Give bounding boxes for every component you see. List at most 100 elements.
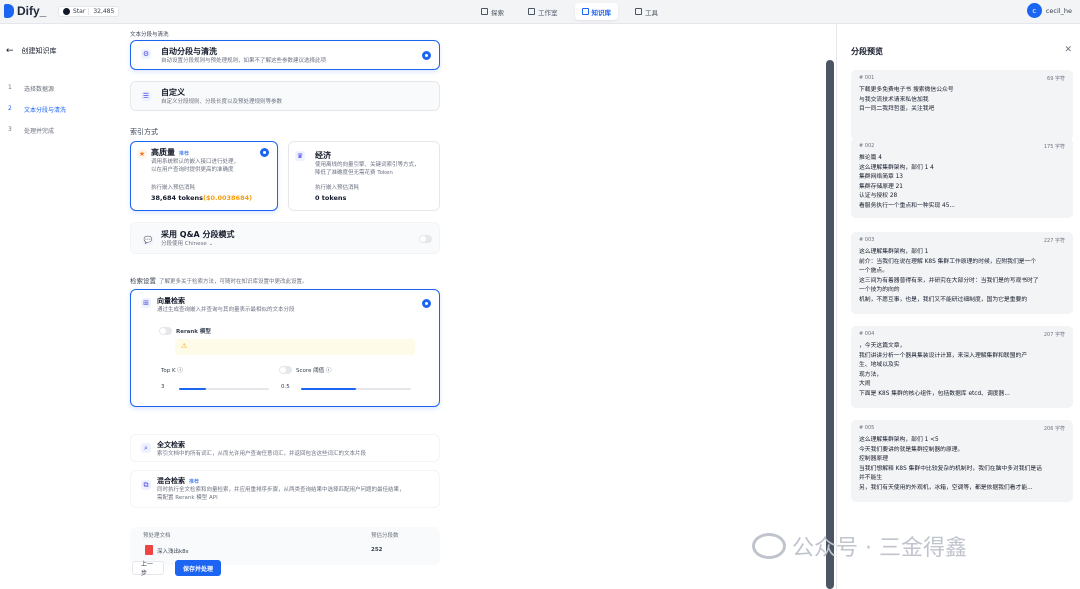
rerank-label: Rerank 模型 [176, 329, 211, 335]
chunk-id: # 001 [859, 75, 875, 81]
step-number: 2 [8, 105, 12, 112]
main-scrollbar[interactable] [826, 60, 834, 589]
chunk-card: # 002 175 字符 推论篇 4 这么理解集群架构，部们 1 4 集群网络简章… [851, 138, 1073, 218]
recommended-tag: 推荐 [189, 479, 200, 485]
github-star-label: Star [73, 8, 86, 15]
chunk-card: # 003 227 字符 这么理解集群架构，部们 1 前介：当我们在说在理解 K8… [851, 232, 1073, 314]
step-label: 文本分段与清洗 [24, 107, 67, 114]
chunk-line: 这么理解集群架构，部们 1 <5 [859, 437, 939, 443]
score-value[interactable]: 0.5 [281, 384, 290, 390]
retrieval-hint: 了解更多关于检索方法，可随时在知识库设置中更改此设置。 [159, 279, 308, 285]
step-1: 1 选择数据源 [8, 84, 54, 93]
chunk-line: 推论篇 4 [859, 155, 882, 161]
high-quality-radio[interactable] [260, 148, 269, 157]
vector-radio[interactable] [422, 299, 431, 308]
card-desc: 索引文档中的所有词汇，从而允许用户查询任意词汇，并返回包含这些词汇的文本片段 [157, 451, 367, 457]
card-title: 高质量 推荐 [151, 147, 189, 158]
card-title: 向量检索 [157, 297, 185, 305]
score-toggle[interactable] [279, 366, 292, 374]
card-desc-2: 以在用户查询时提供更高的准确度 [151, 167, 234, 173]
user-menu[interactable]: c cecil_he [1026, 3, 1072, 18]
chunk-line: 现方法， [859, 371, 883, 378]
arrow-left-icon: ← [6, 46, 14, 56]
book-icon [581, 8, 589, 15]
doc-name: 深入浅出k8s [157, 549, 189, 555]
recommended-tag: 推荐 [179, 151, 190, 157]
prev-step-button[interactable]: 上一步 [132, 561, 164, 577]
warning-icon: ⚠ [181, 342, 188, 350]
back-button[interactable]: ← 创建知识库 [6, 46, 57, 56]
topk-slider[interactable] [179, 388, 269, 390]
chunk-line: 并不能生 [859, 475, 883, 482]
qa-mode-toggle[interactable] [419, 235, 432, 243]
chunk-line: 今天我们要讲的就是集群控制器的原理。 [859, 446, 964, 453]
auto-radio[interactable] [422, 51, 431, 60]
qa-lang-label: 分段使用 [161, 241, 184, 247]
index-label: 索引方式 [130, 128, 158, 136]
chunk-line: 生、地域以及实 [859, 362, 900, 369]
card-desc-1: 使用离线的向量引擎、关键词索引等方式， [315, 162, 420, 168]
segmentation-auto-card[interactable]: ⚙ 自动分段与清洗 自动设置分段规则与预处理规则，如果不了解这些参数建议选择此项 [130, 40, 440, 70]
qa-language[interactable]: 分段使用 Chinese ⌄ [161, 241, 213, 249]
chunk-line: 控制器原理 [859, 456, 888, 463]
nav-knowledge[interactable]: 知识库 [574, 3, 618, 20]
tool-icon [635, 8, 642, 15]
card-title: 自动分段与清洗 [161, 47, 217, 56]
high-quality-title: 高质量 [151, 148, 175, 157]
nav-studio[interactable]: 工作室 [521, 3, 565, 20]
top-bar: Dify_ Star 32,485 探索 工作室 知识库 工具 c cecil_… [0, 0, 1080, 24]
card-desc-2: 需配置 Rerank 模型 API [157, 495, 218, 501]
chunk-line: 这么理解集群架构，部们 1 4 [859, 164, 934, 171]
card-title: 全文检索 [157, 441, 185, 449]
retrieval-title: 检索设置 [130, 277, 156, 285]
app-logo[interactable]: Dify_ [4, 4, 46, 18]
preview-title: 分段预览 [851, 47, 883, 56]
index-economy-card[interactable]: ♛ 经济 使用离线的向量引擎、关键词索引等方式， 降低了准确度但无需花费 Tok… [288, 141, 440, 211]
chunk-count-label: 预估分段数 [371, 533, 399, 539]
card-title: 经济 [315, 151, 331, 160]
chunk-line: 前介：当我们在说在理解 K8S 集群工作原理的时候，应附我们是一个 [859, 258, 1037, 265]
topk-value[interactable]: 3 [161, 384, 165, 390]
user-name: cecil_he [1045, 6, 1072, 15]
step-2: 2 文本分段与清洗 [8, 105, 66, 114]
chunk-id: # 004 [859, 331, 875, 337]
chunk-line: 一个施点。 [859, 268, 888, 275]
topk-slider-fill [179, 388, 206, 390]
main-nav: 探索 工作室 知识库 工具 [474, 3, 665, 20]
qa-lang-value: Chinese [184, 241, 207, 247]
chunk-line: 集群网络简章 13 [859, 174, 904, 181]
score-label-text: Score 阈值 [296, 368, 325, 374]
nav-explore[interactable]: 探索 [474, 3, 511, 20]
score-slider[interactable] [301, 388, 411, 390]
steps-sidebar: ← 创建知识库 1 选择数据源 2 文本分段与清洗 3 处理并完成 [0, 24, 120, 589]
hybrid-search-card[interactable]: ⧉ 混合检索 推荐 同时执行全文检索和向量检索，并应用重排序步骤，从两类查询结果中… [130, 470, 440, 508]
rerank-toggle[interactable] [159, 327, 172, 335]
chunk-card: # 005 206 字符 这么理解集群架构，部们 1 <5 今天我们要讲的就是集群… [851, 420, 1073, 502]
index-high-quality-card[interactable]: ★ 高质量 推荐 调用系统默认的嵌入接口进行处理， 以在用户查询时提供更高的准确度… [130, 141, 278, 211]
chunk-line: 与我交流技术请来私信加我 [859, 96, 929, 103]
chunk-line: 机制，不愿互事，也是，我们又不能研过细制度，国为它是重要的 [859, 296, 1028, 303]
card-desc-2: 降低了准确度但无需花费 Token [315, 170, 393, 176]
segment-preview-panel: 分段预览 ✕ # 001 69 字符 下载更多免费电子书 搜索微信公众号 与我交流… [837, 24, 1080, 589]
nav-tools[interactable]: 工具 [628, 3, 665, 20]
retrieval-label: 检索设置 了解更多关于检索方法，可随时在知识库设置中更改此设置。 [130, 275, 308, 287]
segmentation-custom-card[interactable]: ☰ 自定义 自定义分段规则、分段长度以及预处理规则等参数 [130, 81, 440, 111]
github-star-button[interactable]: Star 32,485 [58, 6, 120, 17]
close-icon[interactable]: ✕ [1064, 45, 1072, 55]
back-label: 创建知识库 [21, 47, 57, 55]
fulltext-search-card[interactable]: ⌕ 全文检索 索引文档中的所有词汇，从而允许用户查询任意词汇，并返回包含这些词汇… [130, 434, 440, 462]
vector-search-card[interactable]: ⊞ 向量检索 通过生成查询嵌入并查询与其向量表示最相似的文本分段 Rerank … [130, 289, 440, 407]
token-count: 38,684 tokens [151, 194, 203, 202]
token-price: ($0.0038684) [202, 194, 253, 202]
card-desc: 自动设置分段规则与预处理规则，如果不了解这些参数建议选择此项 [161, 58, 327, 64]
chunk-line: 下载更多免费电子书 搜索微信公众号 [859, 87, 954, 93]
chunk-card: # 001 69 字符 下载更多免费电子书 搜索微信公众号 与我交流技术请来私信加… [851, 70, 1073, 140]
chunk-line: 一个技为的向的 [859, 287, 900, 294]
file-pdf-icon [145, 545, 153, 555]
custom-settings-icon: ☰ [141, 91, 151, 101]
save-and-process-button[interactable]: 保存并处理 [175, 560, 221, 576]
vector-icon: ⊞ [141, 298, 151, 308]
logo-text: Dify_ [17, 4, 47, 18]
topk-label-text: Top K [161, 368, 176, 374]
nav-label: 工具 [645, 8, 658, 17]
